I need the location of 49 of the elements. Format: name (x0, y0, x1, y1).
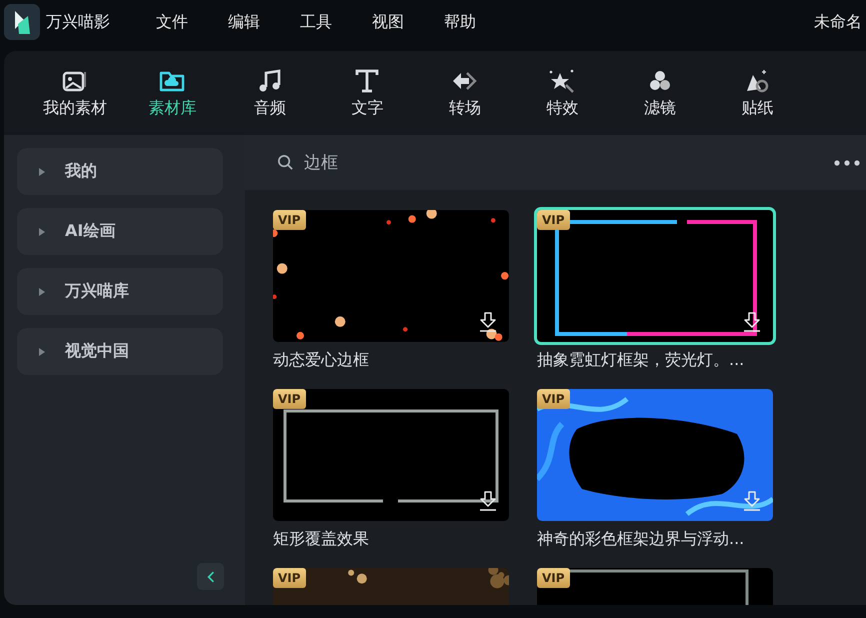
asset-title: 矩形覆盖效果 (273, 529, 370, 550)
asset-card[interactable]: VIP 神奇的彩色框架边界与浮动... (537, 389, 773, 551)
vip-badge: VIP (537, 568, 570, 588)
vip-badge: VIP (273, 389, 306, 409)
menu-item[interactable]: 帮助 (444, 12, 516, 32)
category-item[interactable]: 万兴喵库 (17, 268, 223, 315)
vip-badge: VIP (537, 210, 570, 230)
download-icon[interactable] (479, 491, 497, 511)
search-icon (277, 154, 294, 171)
menu-item[interactable]: 文件 (156, 12, 228, 32)
download-icon[interactable] (743, 312, 761, 332)
star-wand-icon (548, 67, 576, 95)
media-tab[interactable]: 文字 (318, 51, 416, 135)
menu-item[interactable]: 工具 (300, 12, 372, 32)
asset-card[interactable]: VIP (273, 568, 509, 605)
text-icon (353, 67, 382, 95)
download-icon[interactable] (479, 312, 497, 332)
caret-icon (39, 228, 45, 236)
asset-card[interactable]: VIP 矩形覆盖效果 (273, 389, 509, 551)
media-tab[interactable]: 我的素材 (26, 51, 124, 135)
asset-card[interactable]: VIP 动态爱心边框 (273, 210, 509, 372)
vip-badge: VIP (273, 210, 306, 230)
asset-card[interactable]: VIP (537, 568, 773, 605)
search-field[interactable]: 边框 (304, 152, 504, 172)
media-tab[interactable]: 滤镜 (611, 51, 708, 135)
category-item[interactable]: 我的 (17, 148, 223, 195)
category-item[interactable]: 视觉中国 (17, 328, 223, 375)
project-title: 未命名 (814, 12, 863, 32)
media-tab[interactable]: 特效 (514, 51, 611, 135)
menu-item[interactable]: 视图 (372, 12, 444, 32)
media-tab[interactable]: 贴纸 (708, 51, 806, 135)
media-tab[interactable]: 转场 (416, 51, 514, 135)
asset-title: 动态爱心边框 (273, 350, 370, 371)
asset-title: 抽象霓虹灯框架，荧光灯。... (537, 350, 746, 371)
menu-item[interactable]: 编辑 (228, 12, 300, 32)
media-tab[interactable]: 音频 (221, 51, 318, 135)
caret-icon (39, 168, 45, 176)
app-name: 万兴喵影 (46, 12, 110, 32)
asset-title: 神奇的彩色框架边界与浮动... (537, 529, 746, 550)
app-logo-icon (4, 4, 40, 40)
caret-icon (39, 348, 45, 356)
chevron-left-icon (206, 570, 214, 582)
category-item[interactable]: AI绘画 (17, 208, 223, 255)
vip-badge: VIP (537, 389, 570, 409)
collapse-button[interactable] (197, 563, 224, 590)
media-tab[interactable]: 素材库 (124, 51, 221, 135)
more-icon[interactable] (834, 160, 860, 166)
vip-badge: VIP (273, 568, 306, 588)
caret-icon (39, 288, 45, 296)
